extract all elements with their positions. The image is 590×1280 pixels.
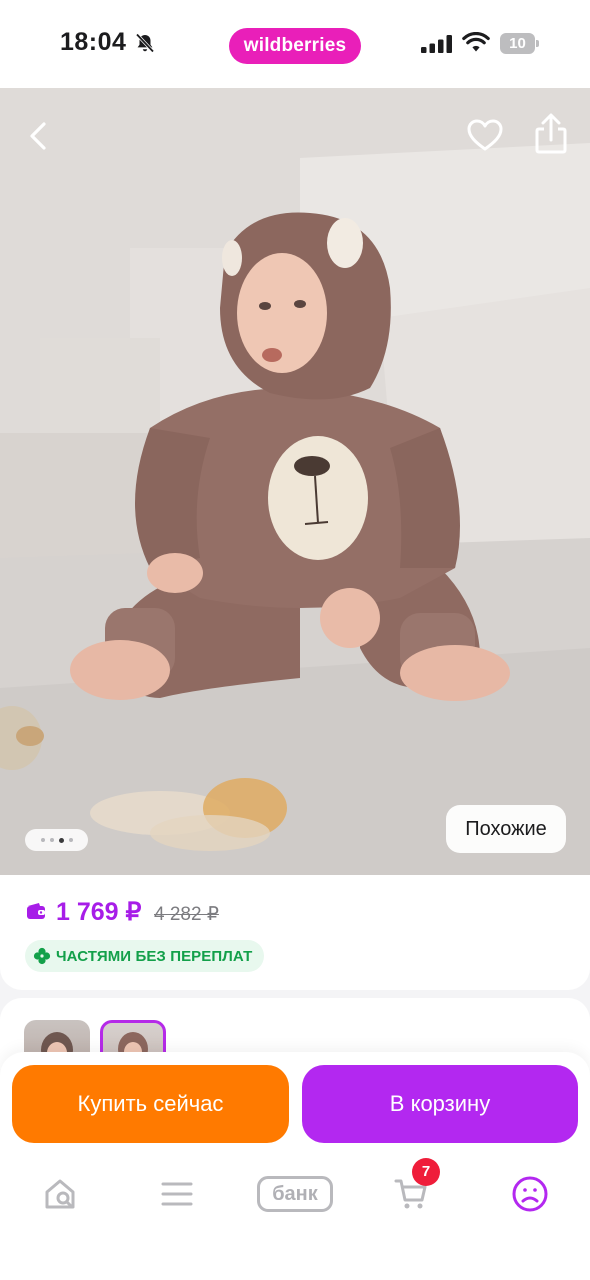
- bank-label: банк: [257, 1176, 333, 1212]
- brand-logo: wildberries: [229, 28, 361, 64]
- heart-icon[interactable]: [465, 116, 505, 156]
- product-page: 18:04 wildberries 10 Похожие 1 769 ₽ 4 2…: [0, 0, 590, 1280]
- status-time: 18:04: [60, 28, 127, 56]
- gallery-pagination: [25, 829, 88, 851]
- tab-catalog[interactable]: [157, 1172, 197, 1216]
- bell-muted-icon: [135, 33, 155, 53]
- profile-icon: [512, 1176, 548, 1212]
- price-card: 1 769 ₽ 4 282 ₽ ЧАСТЯМИ БЕЗ ПЕРЕПЛАТ: [0, 875, 590, 990]
- action-bar: Купить сейчас В корзину: [0, 1052, 590, 1162]
- bottom-tab-bar: банк 7: [0, 1158, 590, 1280]
- status-bar: 18:04 wildberries 10: [0, 0, 590, 90]
- share-icon[interactable]: [530, 112, 572, 156]
- gallery-dot-active: [58, 837, 64, 843]
- product-photo[interactable]: Похожие: [0, 88, 590, 875]
- product-photo-image: [0, 88, 590, 875]
- add-to-cart-button[interactable]: В корзину: [302, 1065, 578, 1143]
- gallery-dot: [68, 838, 73, 842]
- back-icon[interactable]: [20, 116, 60, 156]
- wifi-icon: [462, 32, 490, 52]
- cart-count-badge: 7: [412, 1158, 440, 1186]
- installment-label: ЧАСТЯМИ БЕЗ ПЕРЕПЛАТ: [56, 947, 253, 965]
- battery-icon: 10: [500, 33, 540, 54]
- tab-profile[interactable]: [510, 1172, 550, 1216]
- old-price: 4 282 ₽: [154, 904, 219, 925]
- tab-home[interactable]: [40, 1172, 80, 1216]
- signal-icon: [421, 35, 452, 53]
- home-search-icon: [45, 1179, 75, 1209]
- tab-bank[interactable]: банк: [256, 1172, 334, 1216]
- clover-icon: [33, 947, 51, 965]
- gallery-dot: [49, 838, 54, 842]
- current-price: 1 769 ₽: [56, 898, 142, 926]
- wallet-icon: [27, 903, 45, 919]
- installment-badge[interactable]: ЧАСТЯМИ БЕЗ ПЕРЕПЛАТ: [25, 940, 265, 972]
- buy-now-button[interactable]: Купить сейчас: [12, 1065, 289, 1143]
- similar-button[interactable]: Похожие: [446, 805, 566, 853]
- battery-level: 10: [500, 33, 535, 54]
- menu-icon: [161, 1182, 193, 1206]
- gallery-dot: [40, 838, 45, 842]
